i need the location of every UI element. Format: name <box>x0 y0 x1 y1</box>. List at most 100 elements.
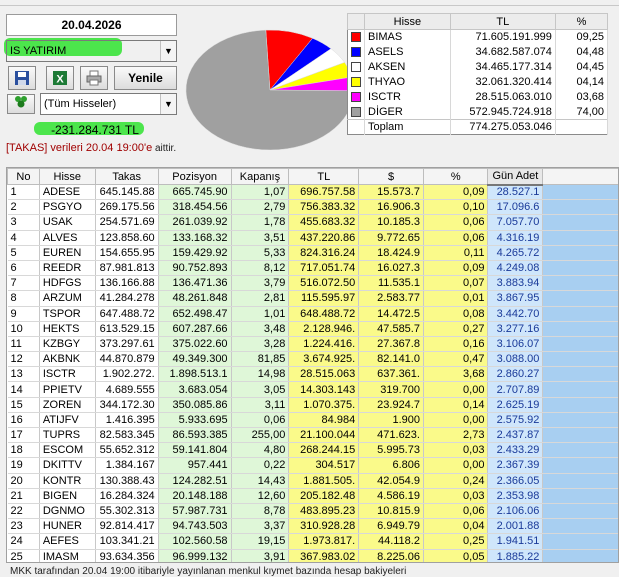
table-cell: 8 <box>7 290 40 307</box>
table-cell: 2 <box>7 199 40 216</box>
table-cell: 645.145.88 <box>95 184 159 201</box>
table-row[interactable]: 13 ISCTR 1.902.272. 1.898.513.1 14,98 28.515.… <box>7 366 618 383</box>
table-cell: 2.575.92 <box>487 412 544 429</box>
table-cell: 1.885.22 <box>487 549 544 562</box>
table-cell: 2.353.98 <box>487 488 544 504</box>
column-header[interactable]: Takas <box>94 168 159 185</box>
table-cell: 23 <box>7 518 40 535</box>
row-filler <box>542 199 618 216</box>
table-cell: 21.100.044 <box>288 427 360 444</box>
column-header[interactable]: Gün Adet <box>487 168 544 186</box>
table-cell: BIGEN <box>39 488 96 504</box>
table-cell: 14.303.143 <box>288 381 360 398</box>
table-cell: 14,43 <box>231 473 290 489</box>
table-cell: 824.316.24 <box>288 245 360 261</box>
save-button[interactable] <box>8 66 36 90</box>
table-cell: 10.815.9 <box>358 503 424 520</box>
table-row[interactable]: 15 ZOREN 344.172.30 350.085.86 3,11 1.070.375… <box>7 397 618 413</box>
excel-export-button[interactable]: X <box>46 66 74 90</box>
table-cell: TSPOR <box>39 306 96 322</box>
stock-filter-select[interactable]: (Tüm Hisseler) ▼ <box>40 93 177 115</box>
table-cell: 0,06 <box>231 412 290 429</box>
chevron-down-icon[interactable]: ▼ <box>160 94 176 114</box>
table-row[interactable]: 9 TSPOR 647.488.72 652.498.47 1,01 648.488.72… <box>7 306 618 322</box>
table-row[interactable]: 10 HEKTS 613.529.15 607.287.66 3,48 2.128.946… <box>7 321 618 337</box>
table-cell: 6 <box>7 260 40 277</box>
table-cell: 55.302.313 <box>95 503 159 520</box>
table-row[interactable]: 6 REEDR 87.981.813 90.752.893 8,12 717.051.74… <box>7 260 618 277</box>
table-cell: 28.527.1 <box>487 184 544 201</box>
column-header[interactable]: Hisse <box>38 168 96 185</box>
table-row[interactable]: 16 ATIJFV 1.416.395 5.933.695 0,06 84.984 1.90… <box>7 412 618 429</box>
column-header[interactable]: Kapanış <box>230 168 290 185</box>
table-row[interactable]: 8 ARZUM 41.284.278 48.261.848 2,81 115.595.97… <box>7 290 618 307</box>
table-row[interactable]: 21 BIGEN 16.284.324 20.148.188 12,60 205.182.… <box>7 488 618 504</box>
table-cell: 55.652.312 <box>95 442 159 459</box>
table-cell: 15.573.7 <box>358 184 424 201</box>
table-row[interactable]: 17 TUPRS 82.583.345 86.593.385 255,00 21.100.… <box>7 427 618 444</box>
table-cell: DKITTV <box>39 457 96 474</box>
row-filler <box>542 397 618 413</box>
table-cell: 0,06 <box>423 214 489 231</box>
table-row[interactable]: 25 IMASM 93.634.356 96.999.132 3,91 367.983.0… <box>7 549 618 562</box>
table-row[interactable]: 18 ESCOM 55.652.312 59.141.804 4,80 268.244.1… <box>7 442 618 459</box>
table-cell: 5.995.73 <box>358 442 424 459</box>
column-header[interactable]: Pozisyon <box>157 168 232 185</box>
legend-pct <box>555 119 609 135</box>
table-row[interactable]: 12 AKBNK 44.870.879 49.349.300 81,85 3.674.92… <box>7 351 618 368</box>
table-row[interactable]: 4 ALVES 123.858.60 133.168.32 3,51 437.220.86… <box>7 230 618 246</box>
table-row[interactable]: 7 HDFGS 136.166.88 136.471.36 3,79 516.072.50… <box>7 275 618 292</box>
table-row[interactable]: 14 PPIETV 4.689.555 3.683.054 3,05 14.303.143… <box>7 381 618 398</box>
column-header[interactable]: No <box>7 168 40 185</box>
takas-info-note: [TAKAS] verileri 20.04 19:00'e aittir. <box>6 142 176 154</box>
print-button[interactable] <box>80 66 108 90</box>
account-select[interactable]: IS YATIRIM ▼ <box>6 40 177 62</box>
table-cell: 87.981.813 <box>95 260 159 277</box>
table-cell: 665.745.90 <box>158 184 232 201</box>
table-cell: 0,27 <box>423 321 489 337</box>
table-row[interactable]: 5 EUREN 154.655.95 159.429.92 5,33 824.316.24… <box>7 245 618 261</box>
table-cell: 310.928.28 <box>288 518 360 535</box>
row-filler <box>542 381 618 398</box>
table-row[interactable]: 20 KONTR 130.388.43 124.282.51 14,43 1.881.50… <box>7 473 618 489</box>
legend-row: AKSEN 34.465.177.314 04,45 <box>347 59 609 75</box>
table-row[interactable]: 2 PSGYO 269.175.56 318.454.56 2,79 756.383.32… <box>7 199 618 216</box>
stocks-button[interactable] <box>7 94 35 114</box>
table-row[interactable]: 19 DKITTV 1.384.167 957.441 0,22 304.517 6.806… <box>7 457 618 474</box>
column-header[interactable]: % <box>422 168 489 185</box>
table-row[interactable]: 3 USAK 254.571.69 261.039.92 1,78 455.683.32 1… <box>7 214 618 231</box>
table-cell: 49.349.300 <box>158 351 232 368</box>
table-row[interactable]: 11 KZBGY 373.297.61 375.022.60 3,28 1.224.416… <box>7 336 618 353</box>
table-cell: 0,06 <box>423 503 489 520</box>
table-cell: 0,16 <box>423 336 489 353</box>
table-cell: 13 <box>7 366 40 383</box>
table-row[interactable]: 24 AEFES 103.341.21 102.560.58 19,15 1.973.81… <box>7 533 618 550</box>
top-strip <box>0 0 619 6</box>
legend-row: Toplam 774.275.053.046 <box>347 119 609 135</box>
table-cell: 637.361. <box>358 366 424 383</box>
table-cell: 14,98 <box>231 366 290 383</box>
table-row[interactable]: 1 ADESE 645.145.88 665.745.90 1,07 696.757.58… <box>7 184 618 201</box>
holdings-grid[interactable]: No Hisse Takas Pozisyon Kapanış TL $% Gün Adet … <box>6 167 619 563</box>
table-cell: 0,05 <box>423 549 489 562</box>
table-cell: 25 <box>7 549 40 562</box>
refresh-button[interactable]: Yenile <box>114 66 177 90</box>
table-cell: 123.858.60 <box>95 230 159 246</box>
legend-header-pct: % <box>554 13 609 30</box>
column-header[interactable]: TL <box>288 168 360 185</box>
table-cell: 42.054.9 <box>358 473 424 489</box>
chevron-down-icon[interactable]: ▼ <box>160 41 176 61</box>
table-cell: 48.261.848 <box>158 290 232 307</box>
table-cell: ZOREN <box>39 397 96 413</box>
row-filler <box>542 214 618 231</box>
table-cell: 1,78 <box>231 214 290 231</box>
table-row[interactable]: 23 HUNER 92.814.417 94.743.503 3,37 310.928.2… <box>7 518 618 535</box>
row-filler <box>542 321 618 337</box>
table-cell: 1.941.51 <box>487 533 544 550</box>
table-cell: 255,00 <box>231 427 290 444</box>
table-cell: 3,37 <box>231 518 290 535</box>
column-header[interactable]: $ <box>358 168 424 185</box>
table-cell: 4.265.72 <box>487 245 544 261</box>
table-row[interactable]: 22 DGNMO 55.302.313 57.987.731 8,78 483.895.2… <box>7 503 618 520</box>
table-cell: 16.027.3 <box>358 260 424 277</box>
